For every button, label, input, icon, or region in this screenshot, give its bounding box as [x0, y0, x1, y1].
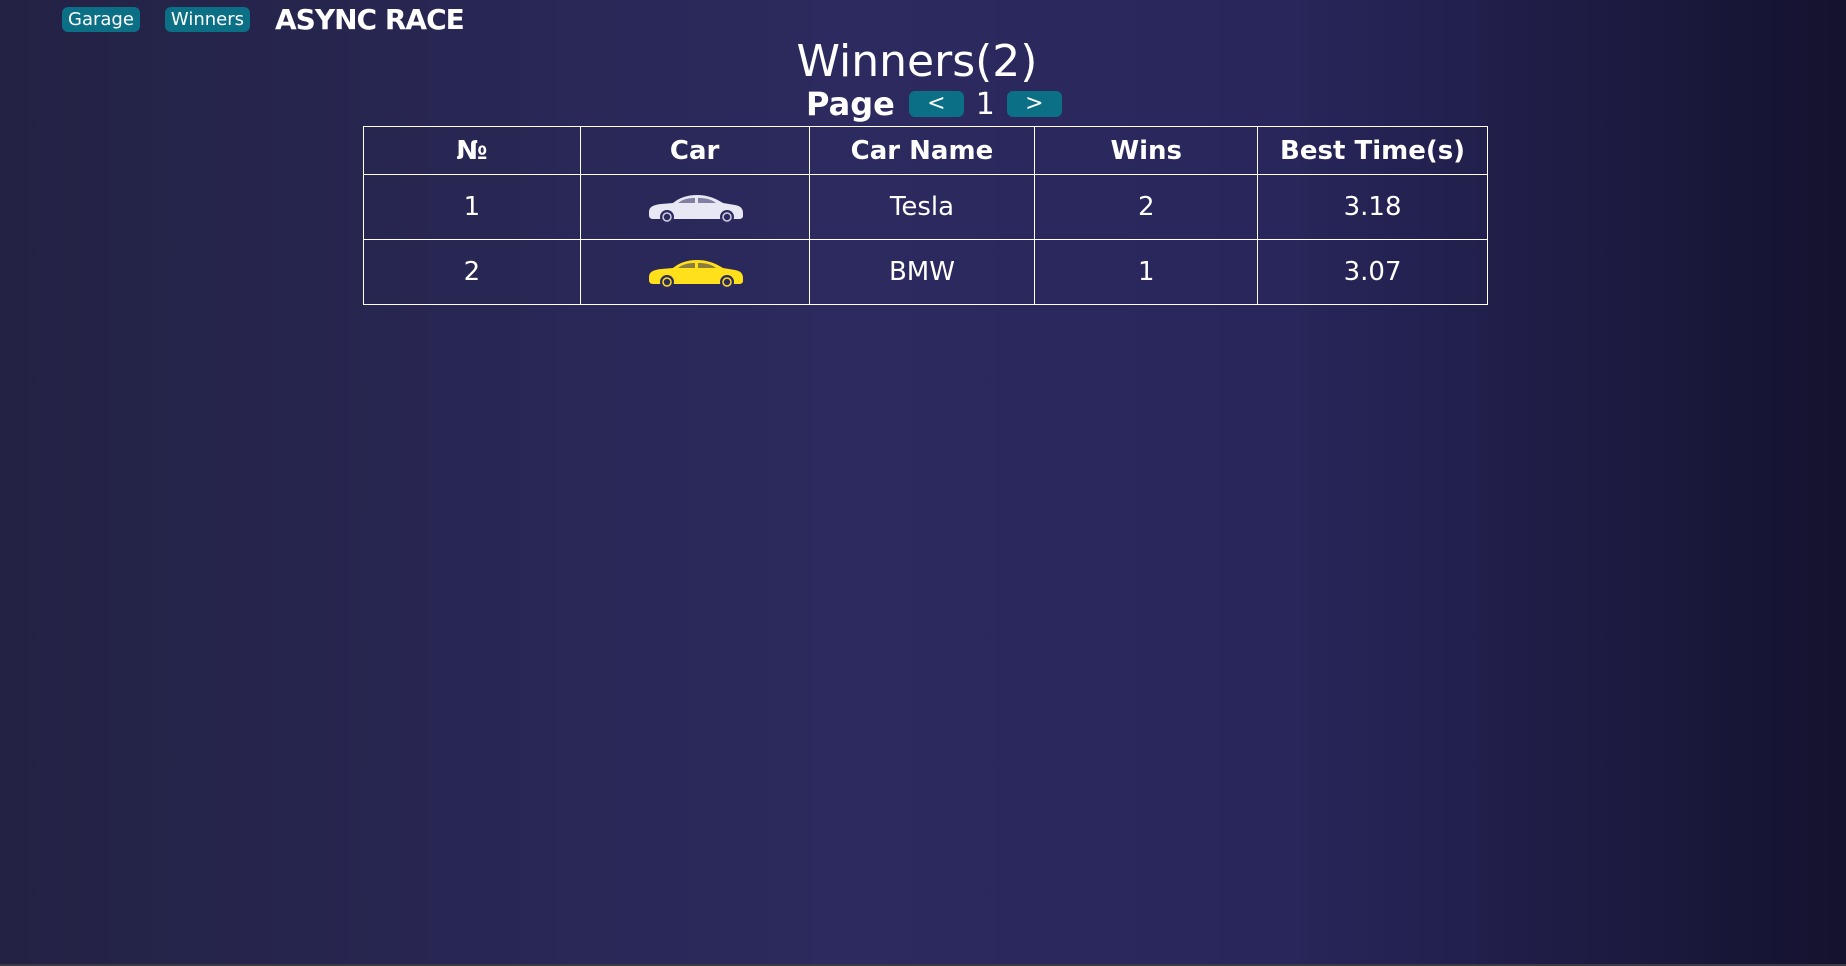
column-header-car-name: Car Name	[808, 126, 1036, 175]
car-name: Tesla	[808, 174, 1036, 240]
car-icon	[579, 239, 810, 305]
page-number: 1	[975, 86, 995, 122]
pager-label: Page	[806, 85, 895, 123]
car-icon	[579, 174, 810, 240]
wins-count: 2	[1034, 174, 1259, 240]
column-header-best-time[interactable]: Best Time(s)	[1257, 126, 1488, 175]
app-title: ASYNC RACE	[275, 2, 465, 36]
next-page-button[interactable]: >	[1006, 91, 1062, 117]
prev-page-button[interactable]: <	[908, 91, 964, 117]
row-number: 1	[363, 174, 581, 240]
wins-count: 1	[1034, 239, 1259, 305]
best-time: 3.18	[1257, 174, 1488, 240]
top-nav: Garage Winners ASYNC RACE	[62, 2, 465, 36]
best-time: 3.07	[1257, 239, 1488, 305]
row-number: 2	[363, 239, 581, 305]
table-row: 2 BMW 1 3.07	[363, 239, 1488, 305]
pagination: Page < 1 >	[806, 85, 1062, 123]
page-title: Winners(2)	[796, 36, 1038, 87]
car-icon-svg	[648, 260, 743, 289]
winners-table: № Car Car Name Wins Best Time(s) 1 Tesla…	[363, 126, 1488, 305]
car-icon-svg	[648, 195, 743, 224]
garage-button[interactable]: Garage	[62, 6, 140, 32]
column-header-wins[interactable]: Wins	[1034, 126, 1259, 175]
column-header-number[interactable]: №	[363, 126, 581, 175]
car-name: BMW	[808, 239, 1036, 305]
column-header-car: Car	[579, 126, 810, 175]
winners-button[interactable]: Winners	[164, 6, 250, 32]
table-header-row: № Car Car Name Wins Best Time(s)	[363, 126, 1488, 175]
table-row: 1 Tesla 2 3.18	[363, 174, 1488, 240]
